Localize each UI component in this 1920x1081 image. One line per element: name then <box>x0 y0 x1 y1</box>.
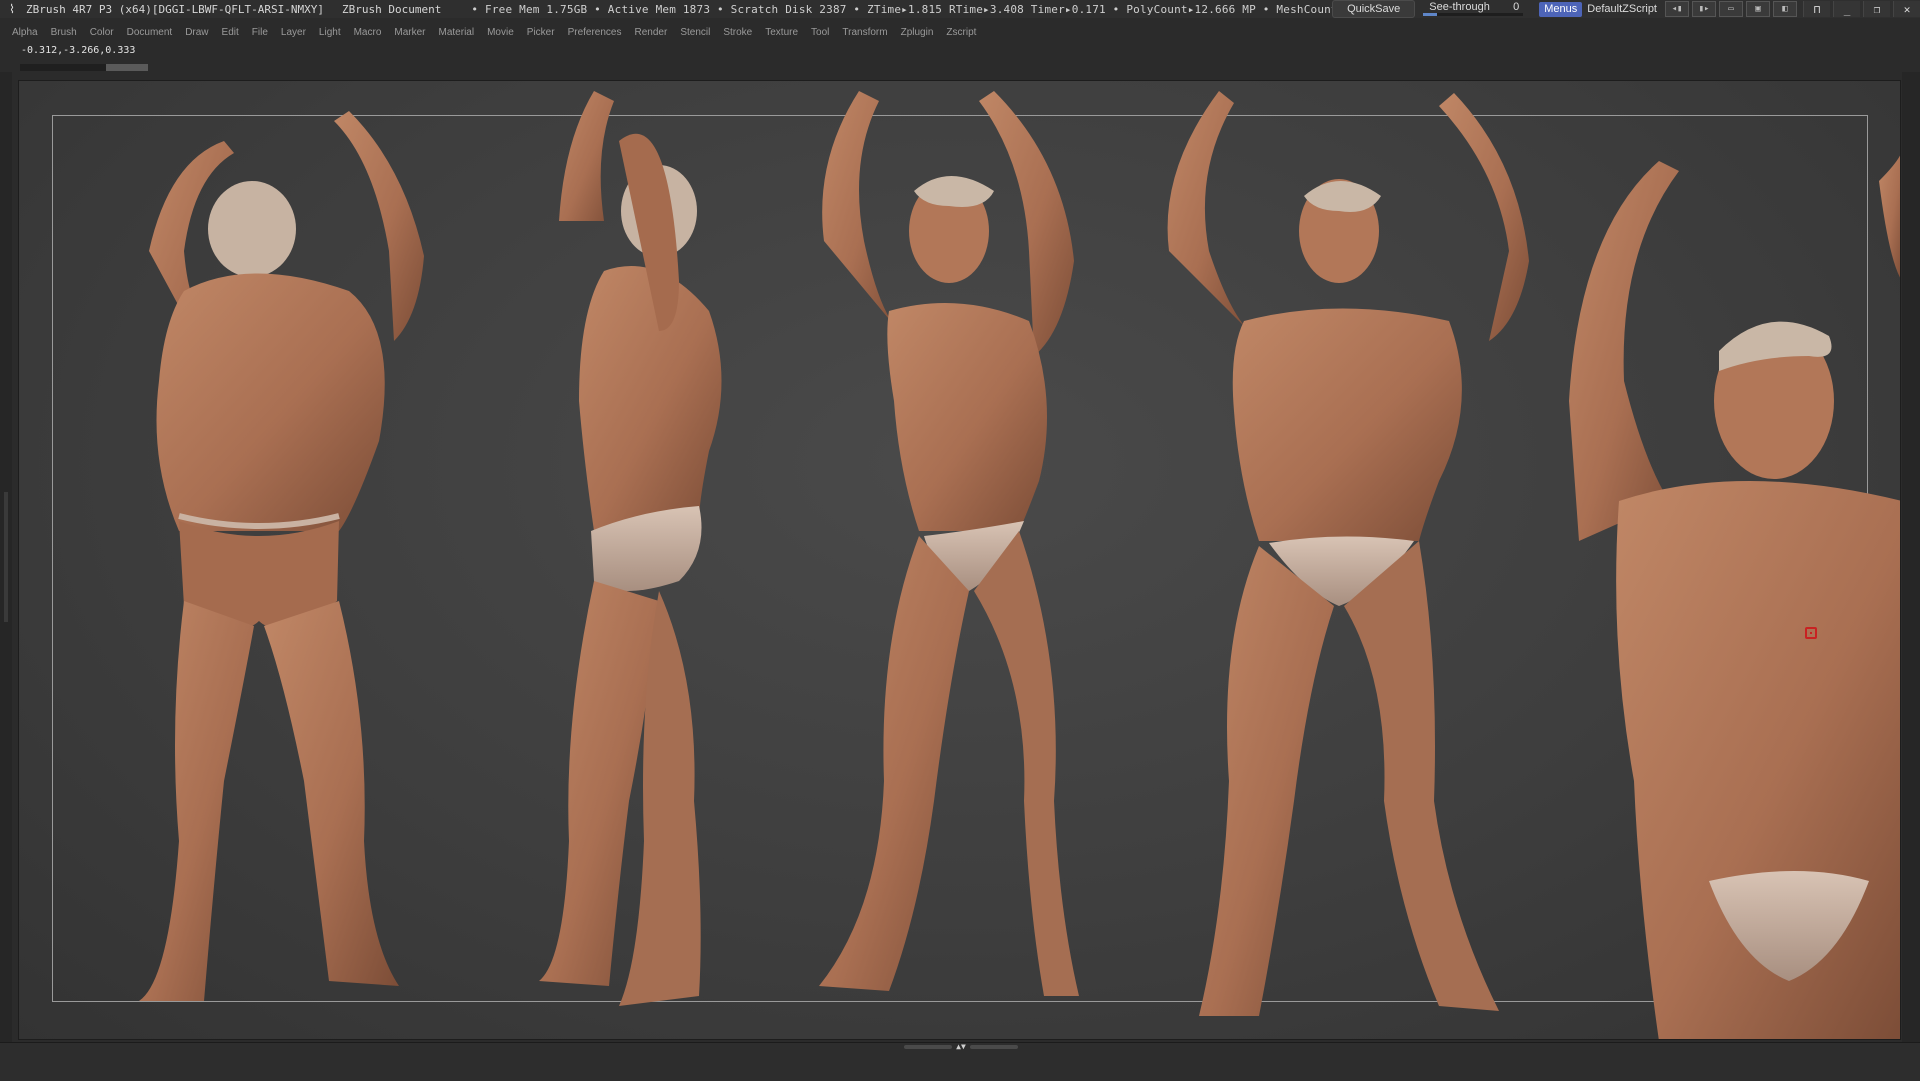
main-menu-bar: Alpha Brush Color Document Draw Edit Fil… <box>0 22 1920 42</box>
cursor-coordinates: -0.312,-3.266,0.333 <box>21 45 136 56</box>
menu-color[interactable]: Color <box>90 27 114 38</box>
menu-transform[interactable]: Transform <box>842 27 887 38</box>
menu-preferences[interactable]: Preferences <box>568 27 622 38</box>
document-title: ZBrush Document <box>342 2 442 16</box>
menu-material[interactable]: Material <box>439 27 475 38</box>
menu-macro[interactable]: Macro <box>354 27 382 38</box>
layout-split-icon[interactable]: ◧ <box>1773 1 1797 17</box>
left-tray[interactable] <box>0 72 12 1048</box>
figure-back-view <box>139 111 424 1001</box>
menu-alpha[interactable]: Alpha <box>12 27 38 38</box>
figure-close-up-view <box>1569 155 1900 1039</box>
menu-picker[interactable]: Picker <box>527 27 555 38</box>
menus-toggle-button[interactable]: Menus <box>1539 1 1583 17</box>
close-icon[interactable]: ✕ <box>1893 1 1920 17</box>
title-bar-controls: QuickSave See-through 0 Menus DefaultZSc… <box>1332 0 1920 18</box>
menu-brush[interactable]: Brush <box>51 27 77 38</box>
bottom-handle-left[interactable] <box>904 1045 953 1049</box>
left-tray-handle[interactable] <box>4 492 8 622</box>
menu-texture[interactable]: Texture <box>765 27 798 38</box>
see-through-value: 0 <box>1513 1 1520 13</box>
menu-zscript[interactable]: Zscript <box>946 27 976 38</box>
expand-collapse-icon[interactable]: ▲▼ <box>956 1043 966 1051</box>
see-through-label: See-through <box>1429 1 1490 13</box>
sculpt-views <box>139 91 1900 1039</box>
menu-zplugin[interactable]: Zplugin <box>901 27 934 38</box>
figure-front-view <box>1167 91 1529 1016</box>
default-zscript-button[interactable]: DefaultZScript <box>1587 3 1657 15</box>
coordinate-progress-bar <box>20 64 148 71</box>
app-title: ZBrush 4R7 P3 (x64)[DGGI-LBWF-QFLT-ARSI-… <box>26 2 325 16</box>
bottom-tray-handle[interactable]: ▲▼ <box>896 1043 1026 1051</box>
menu-document[interactable]: Document <box>127 27 173 38</box>
layout-alt-icon[interactable]: ▣ <box>1746 1 1770 17</box>
menu-marker[interactable]: Marker <box>394 27 425 38</box>
see-through-track[interactable] <box>1423 13 1524 16</box>
document-canvas[interactable] <box>18 80 1901 1040</box>
menu-movie[interactable]: Movie <box>487 27 514 38</box>
menu-render[interactable]: Render <box>635 27 668 38</box>
minimize-icon[interactable]: _ <box>1833 1 1860 17</box>
menu-tool[interactable]: Tool <box>811 27 829 38</box>
figure-three-quarter-view <box>819 91 1079 996</box>
see-through-fill <box>1423 13 1438 16</box>
scroll-left-icon[interactable]: ◂▮ <box>1665 1 1689 17</box>
menu-stroke[interactable]: Stroke <box>723 27 752 38</box>
zbrush-logo-icon: ⌇ <box>9 2 15 16</box>
see-through-slider[interactable]: See-through 0 <box>1421 1 1525 17</box>
menu-layer[interactable]: Layer <box>281 27 306 38</box>
quicksave-button[interactable]: QuickSave <box>1332 0 1416 18</box>
restore-icon[interactable]: ❐ <box>1863 1 1890 17</box>
layout-icon[interactable]: ▭ <box>1719 1 1743 17</box>
memory-stats: • Free Mem 1.75GB • Active Mem 1873 • Sc… <box>471 2 1338 16</box>
menu-light[interactable]: Light <box>319 27 341 38</box>
coordinate-progress-segment <box>106 64 148 71</box>
figure-side-view <box>539 91 722 1006</box>
title-bar: ⌇ ZBrush 4R7 P3 (x64)[DGGI-LBWF-QFLT-ARS… <box>0 0 1920 18</box>
right-tray[interactable] <box>1902 72 1920 1048</box>
scroll-right-icon[interactable]: ▮▸ <box>1692 1 1716 17</box>
bottom-handle-right[interactable] <box>969 1045 1018 1049</box>
lock-icon[interactable]: ⊓ <box>1803 1 1830 17</box>
menu-file[interactable]: File <box>252 27 268 38</box>
menu-stencil[interactable]: Stencil <box>680 27 710 38</box>
menu-draw[interactable]: Draw <box>185 27 208 38</box>
menu-edit[interactable]: Edit <box>222 27 239 38</box>
transpose-gizmo-icon[interactable] <box>1805 627 1817 639</box>
